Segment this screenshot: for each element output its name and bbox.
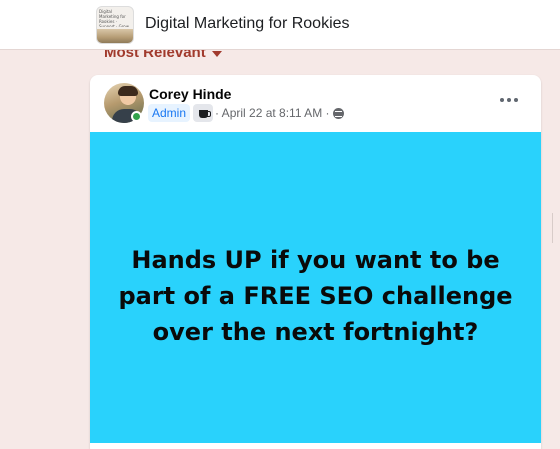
caret-down-icon[interactable]: [212, 51, 222, 57]
scrollbar[interactable]: [552, 213, 560, 243]
avatar-hair: [118, 86, 138, 96]
more-options-button[interactable]: [496, 89, 522, 111]
online-status-icon: [131, 111, 142, 122]
admin-badge[interactable]: Admin: [148, 104, 191, 122]
post-image[interactable]: Hands UP if you want to be part of a FRE…: [90, 132, 541, 443]
dot-icon: [507, 98, 511, 102]
globe-icon[interactable]: [332, 107, 344, 119]
group-thumbnail-text: Digital Marketing for Rookies · Support …: [99, 9, 130, 27]
post-footer: [90, 443, 541, 449]
post-meta: Admin · April 22 at 8:11 AM ·: [148, 104, 344, 122]
group-thumbnail[interactable]: Digital Marketing for Rookies · Support …: [96, 6, 134, 44]
dot-icon: [500, 98, 504, 102]
group-header: Digital Marketing for Rookies · Support …: [0, 0, 560, 50]
author-name[interactable]: Corey Hinde: [149, 86, 231, 102]
post-timestamp[interactable]: · April 22 at 8:11 AM ·: [215, 106, 330, 120]
coffee-cup-icon[interactable]: [193, 104, 214, 122]
post-image-text: Hands UP if you want to be part of a FRE…: [118, 245, 513, 346]
group-title[interactable]: Digital Marketing for Rookies: [145, 15, 350, 33]
post-card: Corey Hinde Admin · April 22 at 8:11 AM …: [90, 75, 541, 449]
group-thumbnail-scene: [97, 29, 133, 43]
dot-icon: [514, 98, 518, 102]
